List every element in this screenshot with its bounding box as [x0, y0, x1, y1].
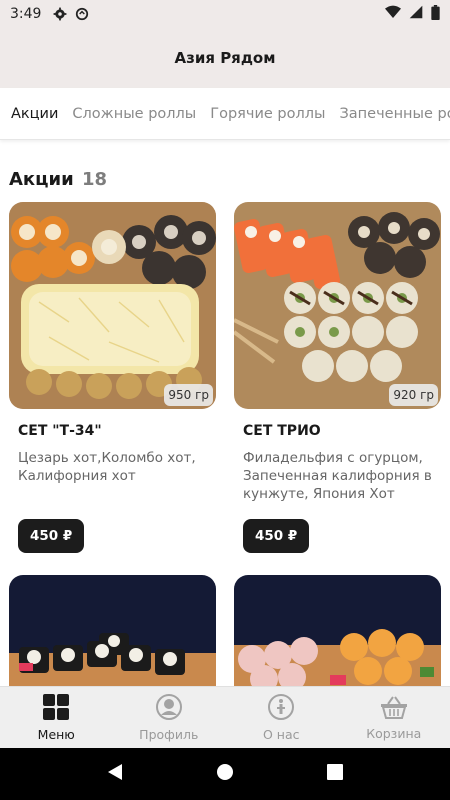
home-icon[interactable]: [216, 763, 234, 785]
status-bar: 3:49: [0, 0, 450, 28]
product-photo[interactable]: [9, 575, 216, 695]
nav-label: О нас: [262, 726, 300, 742]
recents-icon[interactable]: [327, 764, 344, 784]
app-title: Азия Рядом: [174, 49, 276, 67]
nav-about[interactable]: О нас: [225, 687, 338, 748]
category-tabs: Акции Сложные роллы Горячие роллы Запече…: [0, 88, 450, 140]
nav-label: Профиль: [139, 726, 199, 742]
nav-label: Корзина: [366, 725, 422, 741]
info-icon: [268, 693, 295, 724]
settings-gear-icon: [53, 7, 67, 21]
tab-baked-rolls[interactable]: Запеченные роллы: [340, 106, 450, 122]
section-title: Акции: [9, 169, 74, 190]
wifi-icon: [385, 5, 401, 23]
grid-icon: [43, 693, 70, 724]
tab-complex-rolls[interactable]: Сложные роллы: [72, 106, 196, 122]
price-button[interactable]: 450 ₽: [243, 519, 310, 553]
profile-icon: [155, 693, 182, 724]
product-card[interactable]: 950 гр СЕТ "Т-34" Цезарь хот,Коломбо хот…: [9, 202, 216, 553]
product-name: СЕТ ТРИО: [243, 423, 321, 439]
back-icon[interactable]: [107, 763, 123, 785]
app-header: Азия Рядом: [0, 28, 450, 88]
status-time: 3:49: [10, 6, 42, 22]
bottom-navigation: Меню Профиль О нас Корзина: [0, 686, 450, 748]
tab-promotions[interactable]: Акции: [11, 106, 58, 122]
price-button[interactable]: 450 ₽: [18, 519, 85, 553]
battery-icon: [431, 4, 440, 24]
product-description: Филадельфия с огурцом, Запеченная калифо…: [243, 450, 432, 502]
section-count: 18: [82, 169, 108, 190]
tab-hot-rolls[interactable]: Горячие роллы: [210, 106, 325, 122]
system-navigation-bar: [0, 748, 450, 800]
product-description: Цезарь хот,Коломбо хот, Калифорния хот: [18, 450, 196, 484]
product-card[interactable]: 920 гр СЕТ ТРИО Филадельфия с огурцом, З…: [234, 202, 441, 553]
cellular-signal-icon: [409, 5, 423, 23]
nav-menu[interactable]: Меню: [0, 687, 113, 748]
product-name: СЕТ "Т-34": [18, 423, 102, 439]
section-heading: Акции 18: [9, 169, 107, 190]
nav-cart[interactable]: Корзина: [338, 687, 450, 748]
product-photo[interactable]: 950 гр: [9, 202, 216, 409]
weight-badge: 920 гр: [389, 384, 438, 406]
basket-icon: [380, 695, 408, 723]
product-photo[interactable]: 920 гр: [234, 202, 441, 409]
nav-label: Меню: [37, 726, 75, 742]
data-saver-icon: [75, 7, 89, 21]
product-photo[interactable]: [234, 575, 441, 695]
nav-profile[interactable]: Профиль: [113, 687, 226, 748]
weight-badge: 950 гр: [164, 384, 213, 406]
